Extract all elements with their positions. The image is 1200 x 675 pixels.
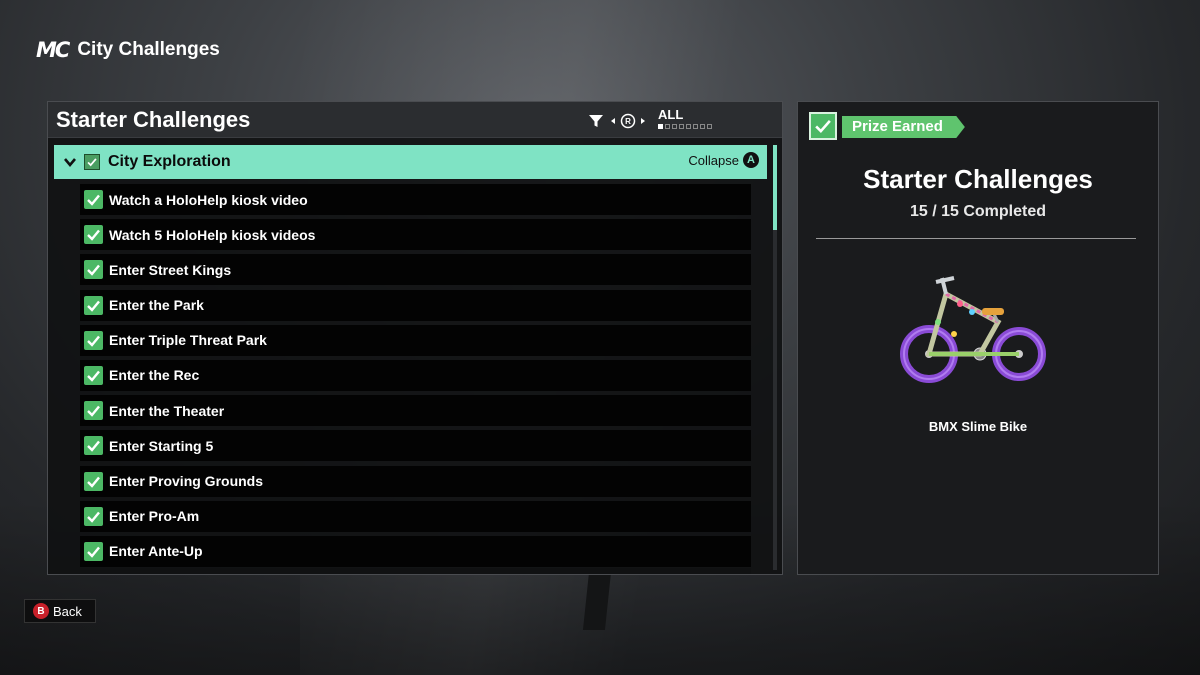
a-button-icon: A (743, 152, 759, 168)
bmx-bike-icon (900, 276, 1046, 383)
check-icon (84, 365, 103, 385)
prize-panel-title: Starter Challenges (863, 164, 1093, 194)
list-item[interactable]: Enter Street Kings (80, 254, 751, 286)
scrollbar-thumb[interactable] (773, 145, 777, 230)
list-item-label: Enter the Theater (109, 402, 225, 419)
category-check-icon (84, 154, 100, 170)
list-item[interactable]: Watch 5 HoloHelp kiosk videos (80, 219, 751, 251)
check-icon (84, 401, 103, 421)
list-panel-header: Starter Challenges R ALL (48, 102, 782, 138)
page-dot (658, 124, 663, 129)
filter-page-indicator (658, 124, 712, 129)
b-button-icon: B (33, 603, 49, 619)
page-dot (679, 124, 684, 129)
list-item-label: Watch 5 HoloHelp kiosk videos (109, 226, 316, 243)
back-button[interactable]: B Back (24, 599, 96, 623)
list-item[interactable]: Enter the Theater (80, 395, 751, 427)
list-item-label: Enter Pro-Am (109, 508, 200, 525)
list-item[interactable]: Enter Starting 5 (80, 430, 751, 462)
page-header: MC City Challenges (36, 36, 220, 64)
prize-name: BMX Slime Bike (928, 419, 1028, 434)
collapse-label: Collapse (688, 152, 739, 168)
right-stick-icon: R (611, 113, 645, 129)
challenge-list: Watch a HoloHelp kiosk video Watch 5 Holo… (80, 184, 751, 571)
check-icon (84, 225, 103, 245)
filter-control[interactable]: R ALL (588, 107, 778, 135)
category-row-city-exploration[interactable]: City Exploration Collapse A (54, 145, 767, 179)
check-icon (84, 436, 103, 456)
list-item[interactable]: Watch a HoloHelp kiosk video (80, 184, 751, 215)
chevron-down-icon[interactable] (63, 155, 77, 169)
list-item-label: Watch a HoloHelp kiosk video (109, 191, 308, 208)
completion-count: 15 / 15 Completed (909, 203, 1047, 220)
back-label: Back (53, 603, 82, 619)
page-dot (686, 124, 691, 129)
page-dot (672, 124, 677, 129)
page-dot (693, 124, 698, 129)
check-icon (84, 330, 103, 350)
prize-earned-badge: Prize Earned (842, 116, 965, 138)
list-item-label: Enter Proving Grounds (109, 473, 264, 489)
list-item[interactable]: Enter Ante-Up (80, 535, 751, 567)
list-item-label: Enter Street Kings (109, 261, 232, 278)
filter-icon[interactable] (588, 113, 604, 129)
mc-logo: MC (36, 38, 70, 62)
scrollbar[interactable] (773, 145, 777, 570)
list-item[interactable]: Enter Pro-Am (80, 500, 751, 532)
check-icon (84, 541, 103, 561)
check-icon (84, 190, 103, 209)
list-bottom-edge (80, 568, 751, 574)
check-icon (84, 260, 103, 280)
list-item-label: Enter Triple Threat Park (109, 332, 267, 349)
list-item[interactable]: Enter the Park (80, 289, 751, 321)
list-item[interactable]: Enter the Rec (80, 359, 751, 391)
divider (816, 238, 1136, 239)
page-title: City Challenges (77, 39, 220, 60)
list-item-label: Enter the Park (109, 297, 204, 314)
collapse-button[interactable]: Collapse A (688, 152, 759, 168)
list-item[interactable]: Enter Triple Threat Park (80, 324, 751, 356)
category-label: City Exploration (108, 153, 231, 170)
challenges-list-panel: Starter Challenges R ALL City Exploratio… (47, 101, 783, 575)
list-item-label: Enter Ante-Up (109, 543, 203, 560)
check-icon (84, 471, 103, 491)
list-item-label: Enter the Rec (109, 367, 200, 384)
right-stick-label: R (625, 117, 631, 126)
filter-value: ALL (658, 107, 684, 122)
list-item-label: Enter Starting 5 (109, 437, 214, 454)
list-panel-title: Starter Challenges (56, 107, 251, 132)
list-item[interactable]: Enter Proving Grounds (80, 465, 751, 497)
page-dot (665, 124, 670, 129)
prize-check-icon (809, 112, 837, 140)
page-dot (707, 124, 712, 129)
prize-panel: Prize Earned Starter Challenges 15 / 15 … (797, 101, 1159, 575)
check-icon (84, 506, 103, 526)
page-dot (700, 124, 705, 129)
check-icon (84, 295, 103, 315)
